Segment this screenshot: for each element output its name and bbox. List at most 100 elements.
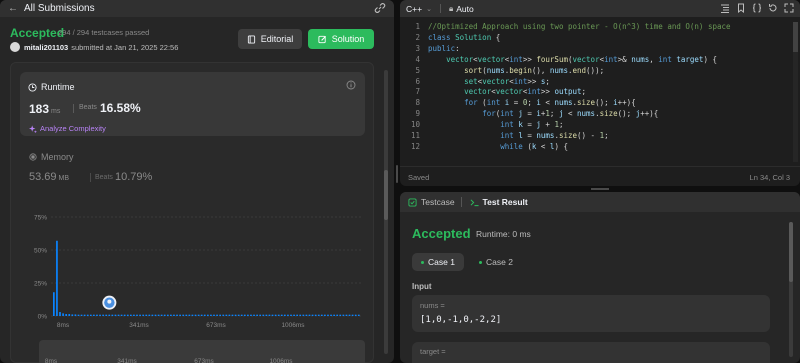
chart-bar[interactable] xyxy=(170,314,172,316)
chart-bar[interactable] xyxy=(86,314,89,316)
format-icon[interactable] xyxy=(720,3,730,13)
chart-bar[interactable] xyxy=(62,313,64,316)
chart-bar[interactable] xyxy=(210,314,212,316)
chart-bar[interactable] xyxy=(194,314,197,316)
chart-bar[interactable] xyxy=(93,314,95,316)
solution-button[interactable]: Solution xyxy=(308,29,374,49)
code-text[interactable]: int l = nums.size() - 1; xyxy=(428,131,608,142)
chart-bar[interactable] xyxy=(68,314,71,316)
code-text[interactable]: for (int i = 0; i < nums.size(); i++){ xyxy=(428,98,636,109)
chart-bar[interactable] xyxy=(271,314,274,316)
chart-bar[interactable] xyxy=(290,314,292,316)
editorial-button[interactable]: Editorial xyxy=(238,29,302,49)
chart-bar[interactable] xyxy=(59,312,61,316)
chart-bar[interactable] xyxy=(293,314,295,316)
chart-bar[interactable] xyxy=(339,314,342,316)
chart-bar[interactable] xyxy=(354,314,357,316)
chart-bar[interactable] xyxy=(126,314,129,316)
chart-bar[interactable] xyxy=(176,314,178,316)
language-select[interactable]: C++ xyxy=(406,4,422,14)
chart-bar[interactable] xyxy=(53,292,55,316)
chart-bar[interactable] xyxy=(102,314,104,316)
chart-bar[interactable] xyxy=(268,314,271,316)
chart-bar[interactable] xyxy=(200,314,203,316)
code-text[interactable]: while (k < l) { xyxy=(428,142,568,153)
scroll-thumb[interactable] xyxy=(789,222,793,282)
chart-bar[interactable] xyxy=(77,314,80,316)
chart-bar[interactable] xyxy=(305,314,308,316)
chart-bar[interactable] xyxy=(247,314,249,316)
chart-bar[interactable] xyxy=(160,314,163,316)
code-text[interactable]: sort(nums.begin(), nums.end()); xyxy=(428,66,604,77)
chart-bar[interactable] xyxy=(182,314,185,316)
chart-bar[interactable] xyxy=(240,314,243,316)
tab-test-result[interactable]: Test Result xyxy=(470,197,528,207)
chart-bar[interactable] xyxy=(277,314,280,316)
chart-bar[interactable] xyxy=(74,314,77,316)
link-icon[interactable] xyxy=(374,2,386,14)
chart-bar[interactable] xyxy=(243,314,246,316)
chart-bar[interactable] xyxy=(311,314,314,316)
chart-bar[interactable] xyxy=(213,314,215,316)
chart-bar[interactable] xyxy=(188,314,191,316)
chart-bar[interactable] xyxy=(345,314,348,316)
chart-bar[interactable] xyxy=(225,314,228,316)
chart-bar[interactable] xyxy=(330,314,332,316)
code-text[interactable]: set<vector<int>> s; xyxy=(428,77,550,88)
code-text[interactable]: vector<vector<int>> output; xyxy=(428,87,586,98)
code-line[interactable]: 7 vector<vector<int>> output; xyxy=(400,87,792,98)
chart-bar[interactable] xyxy=(166,314,169,316)
chart-bar[interactable] xyxy=(154,314,157,316)
chart-bar[interactable] xyxy=(231,314,234,316)
chart-bar[interactable] xyxy=(222,314,225,316)
bookmark-icon[interactable] xyxy=(736,3,746,13)
chart-bar[interactable] xyxy=(296,314,299,316)
chart-bar[interactable] xyxy=(280,314,283,316)
runtime-distribution-chart[interactable]: 75% 50% 25% 0% 8ms 341ms 673ms 1006ms xyxy=(11,203,375,333)
chart-bar[interactable] xyxy=(191,314,194,316)
chart-bar[interactable] xyxy=(114,314,117,316)
chart-bar[interactable] xyxy=(123,314,126,316)
chart-bar[interactable] xyxy=(89,314,92,316)
chart-bar[interactable] xyxy=(151,314,154,316)
chart-bar[interactable] xyxy=(136,314,138,316)
chart-bar[interactable] xyxy=(314,314,317,316)
chart-bar[interactable] xyxy=(130,314,132,316)
runtime-card[interactable]: Runtime 183 ms Beats 16.58% Analyze Compl xyxy=(20,72,365,136)
chart-bar[interactable] xyxy=(250,314,252,316)
chart-bar[interactable] xyxy=(336,314,339,316)
chart-bar[interactable] xyxy=(342,314,345,316)
chart-bar[interactable] xyxy=(351,314,354,316)
chart-bar[interactable] xyxy=(83,314,86,316)
braces-icon[interactable] xyxy=(752,3,762,13)
code-text[interactable]: class Solution { xyxy=(428,33,500,44)
splitter-grip[interactable] xyxy=(591,188,609,190)
chart-bar[interactable] xyxy=(299,314,302,316)
result-scrollbar[interactable] xyxy=(789,222,793,357)
chart-bar[interactable] xyxy=(179,314,181,316)
chart-bar[interactable] xyxy=(207,314,209,316)
editor-scrollbar[interactable] xyxy=(793,22,798,162)
chart-bar[interactable] xyxy=(71,314,74,316)
chart-bar[interactable] xyxy=(157,314,160,316)
code-line[interactable]: 9 for(int j = i+1; j < nums.size(); j++)… xyxy=(400,109,792,120)
chart-minimap[interactable]: 8ms 341ms 673ms 1006ms xyxy=(39,340,365,363)
chart-bar[interactable] xyxy=(333,314,335,316)
chart-bar[interactable] xyxy=(287,314,289,316)
chart-bar[interactable] xyxy=(265,314,268,316)
tab-testcase[interactable]: Testcase xyxy=(408,197,455,207)
chart-bar[interactable] xyxy=(142,314,145,316)
code-text[interactable]: for(int j = i+1; j < nums.size(); j++){ xyxy=(428,109,658,120)
chart-bar[interactable] xyxy=(308,314,311,316)
code-line[interactable]: 12 while (k < l) { xyxy=(400,142,792,153)
back-arrow-icon[interactable]: ← xyxy=(8,3,18,14)
code-area[interactable]: 1 //Optimized Approach using two pointer … xyxy=(400,22,792,162)
chart-bar[interactable] xyxy=(117,314,120,316)
chart-bar[interactable] xyxy=(145,314,148,316)
chart-bar[interactable] xyxy=(228,314,231,316)
chart-bar[interactable] xyxy=(173,314,175,316)
chart-bar[interactable] xyxy=(302,314,305,316)
chart-bar[interactable] xyxy=(237,314,240,316)
chart-bar[interactable] xyxy=(99,314,101,316)
chevron-down-icon[interactable]: ⌄ xyxy=(426,5,432,13)
